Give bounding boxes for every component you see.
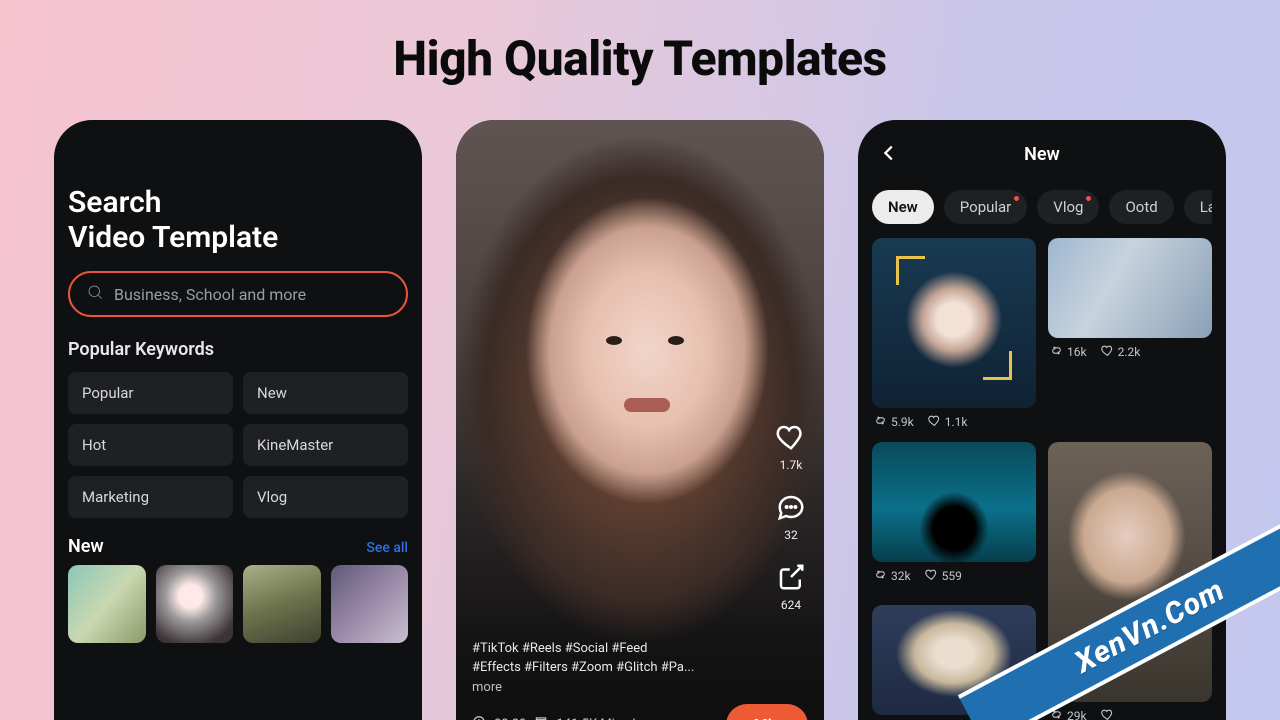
template-thumbnail: [872, 238, 1036, 408]
heart-icon: [1101, 344, 1114, 360]
like-button[interactable]: 1.7k: [774, 420, 808, 472]
template-thumbnail: [872, 442, 1036, 562]
face-detail: [624, 398, 670, 412]
like-count: 1.7k: [780, 458, 803, 472]
search-title-line1: Search: [68, 186, 408, 221]
tab-label[interactable]: Labe: [1184, 190, 1212, 224]
clock-icon: [472, 715, 486, 720]
card-likes: 2.2k: [1118, 345, 1141, 359]
back-button[interactable]: [878, 142, 902, 166]
keyword-chip[interactable]: New: [243, 372, 408, 414]
keyword-grid: Popular New Hot KineMaster Marketing Vlo…: [68, 372, 408, 518]
comment-icon: [774, 490, 808, 524]
keyword-chip[interactable]: Vlog: [243, 476, 408, 518]
new-thumbnails: [68, 565, 408, 643]
category-tabs: New Popular Vlog Ootd Labe: [872, 190, 1212, 224]
share-icon: [774, 560, 808, 594]
template-thumbnail[interactable]: [68, 565, 146, 643]
template-thumbnail[interactable]: [243, 565, 321, 643]
more-link[interactable]: more: [472, 679, 808, 697]
page-headline: High Quality Templates: [0, 30, 1280, 87]
heart-icon: [928, 414, 941, 430]
template-duration: 00:09: [494, 716, 526, 720]
template-meta: #TikTok #Reels #Social #Feed #Effects #F…: [472, 640, 808, 720]
action-rail: 1.7k 32 624: [774, 420, 808, 612]
tab-ootd[interactable]: Ootd: [1109, 190, 1173, 224]
tab-new[interactable]: New: [872, 190, 934, 224]
template-card[interactable]: 32k 559: [872, 442, 1036, 593]
card-uses: 32k: [891, 569, 911, 583]
phone-search: Search Video Template Business, School a…: [54, 120, 422, 720]
keyword-chip[interactable]: KineMaster: [243, 424, 408, 466]
phone-template-preview: 1.7k 32 624 #TikTok #Reels #Social #Feed…: [456, 120, 824, 720]
card-uses: 5.9k: [891, 415, 914, 429]
heart-icon: [925, 568, 938, 584]
card-uses: 29k: [1067, 709, 1087, 720]
tab-popular[interactable]: Popular: [944, 190, 1028, 224]
template-thumbnail: [1048, 238, 1212, 338]
keyword-chip[interactable]: Popular: [68, 372, 233, 414]
search-title: Search Video Template: [68, 146, 408, 271]
search-icon: [86, 283, 104, 305]
template-tags: #Effects #Filters #Zoom #Glitch #Pa...: [472, 659, 808, 677]
see-all-link[interactable]: See all: [366, 540, 408, 556]
browse-title: New: [1024, 144, 1060, 165]
template-card[interactable]: 5.9k 1.1k: [872, 238, 1036, 430]
template-thumbnail[interactable]: [156, 565, 234, 643]
loop-icon: [874, 414, 887, 430]
browse-topbar: New: [872, 134, 1212, 174]
face-detail: [606, 336, 622, 345]
card-likes: 1.1k: [945, 415, 968, 429]
search-placeholder: Business, School and more: [114, 285, 306, 304]
new-section-label: New: [68, 536, 104, 557]
heart-icon: [1101, 708, 1114, 720]
template-card[interactable]: 16k 2.2k: [1048, 238, 1212, 430]
loop-icon: [874, 568, 887, 584]
template-uses: 141.5K Mixed: [556, 716, 635, 720]
share-count: 624: [781, 598, 801, 612]
template-tags: #TikTok #Reels #Social #Feed: [472, 640, 808, 658]
keyword-chip[interactable]: Hot: [68, 424, 233, 466]
template-stats: 00:09 141.5K Mixed: [472, 715, 635, 720]
share-button[interactable]: 624: [774, 560, 808, 612]
heart-icon: [774, 420, 808, 454]
template-video-preview[interactable]: [456, 120, 824, 720]
search-title-line2: Video Template: [68, 221, 408, 256]
mix-button[interactable]: Mix: [726, 704, 808, 720]
card-uses: 16k: [1067, 345, 1087, 359]
list-icon: [534, 715, 548, 720]
popular-keywords-label: Popular Keywords: [68, 339, 408, 360]
template-thumbnail[interactable]: [331, 565, 409, 643]
comment-count: 32: [784, 528, 798, 542]
card-likes: 559: [942, 569, 962, 583]
phones-row: Search Video Template Business, School a…: [55, 120, 1225, 720]
loop-icon: [1050, 344, 1063, 360]
keyword-chip[interactable]: Marketing: [68, 476, 233, 518]
face-detail: [668, 336, 684, 345]
comment-button[interactable]: 32: [774, 490, 808, 542]
search-input[interactable]: Business, School and more: [68, 271, 408, 317]
tab-vlog[interactable]: Vlog: [1037, 190, 1099, 224]
